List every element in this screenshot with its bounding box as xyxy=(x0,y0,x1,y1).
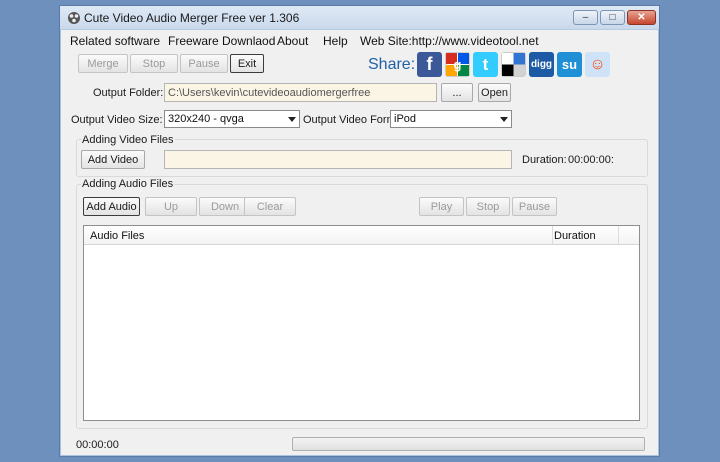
exit-button[interactable]: Exit xyxy=(230,54,264,73)
merge-progress-bar xyxy=(292,437,645,451)
video-group-title: Adding Video Files xyxy=(81,134,175,146)
chevron-down-icon xyxy=(288,117,296,122)
output-size-label: Output Video Size: xyxy=(71,114,163,126)
menu-freeware-download[interactable]: Freeware Downlaod xyxy=(168,34,275,48)
minimize-icon: – xyxy=(582,12,589,23)
facebook-icon[interactable]: f xyxy=(417,52,442,77)
output-size-value: 320x240 - qvga xyxy=(168,113,244,125)
audio-file-list[interactable]: Audio Files Duration xyxy=(83,225,640,421)
app-window: Cute Video Audio Merger Free ver 1.306 –… xyxy=(59,5,660,457)
digg-icon[interactable]: digg xyxy=(529,52,554,77)
delicious-icon[interactable] xyxy=(501,52,526,77)
app-logo-icon xyxy=(68,12,80,24)
twitter-glyph: t xyxy=(482,54,489,74)
status-time: 00:00:00 xyxy=(76,439,119,451)
twitter-icon[interactable]: t xyxy=(473,52,498,77)
close-button[interactable]: ✕ xyxy=(627,10,656,25)
video-duration-value: 00:00:00: xyxy=(568,154,614,166)
chevron-down-icon xyxy=(500,117,508,122)
facebook-glyph: f xyxy=(426,54,433,74)
duration-column[interactable]: Duration xyxy=(554,230,596,242)
stumbleupon-icon[interactable]: su xyxy=(557,52,582,77)
stop-button[interactable]: Stop xyxy=(130,54,178,73)
video-duration-label: Duration: xyxy=(522,154,567,166)
output-format-value: iPod xyxy=(394,113,417,125)
google-glyph: g xyxy=(454,57,462,72)
digg-label: digg xyxy=(530,59,553,70)
menu-help[interactable]: Help xyxy=(323,34,348,48)
column-divider xyxy=(618,226,619,245)
output-size-select[interactable]: 320x240 - qvga xyxy=(164,110,300,128)
menu-website[interactable]: Web Site:http://www.videotool.net xyxy=(360,34,539,48)
window-title: Cute Video Audio Merger Free ver 1.306 xyxy=(84,11,300,25)
add-video-button[interactable]: Add Video xyxy=(81,150,145,169)
title-bar: Cute Video Audio Merger Free ver 1.306 –… xyxy=(60,6,659,30)
play-button[interactable]: Play xyxy=(419,197,464,216)
column-divider xyxy=(552,226,553,245)
menu-bar: Related software Freeware Downlaod About… xyxy=(60,30,659,51)
audio-files-column[interactable]: Audio Files xyxy=(90,230,144,242)
output-folder-input[interactable]: C:\Users\kevin\cutevideoaudiomergerfree xyxy=(164,83,437,102)
maximize-button[interactable]: □ xyxy=(600,10,625,25)
merge-button[interactable]: Merge xyxy=(78,54,128,73)
delicious-logo xyxy=(502,53,525,76)
audio-stop-button[interactable]: Stop xyxy=(466,197,510,216)
close-icon: ✕ xyxy=(637,12,646,23)
share-label: Share: xyxy=(368,56,416,73)
audio-group-title: Adding Audio Files xyxy=(81,178,175,190)
video-file-input[interactable] xyxy=(164,150,512,169)
audio-pause-button[interactable]: Pause xyxy=(512,197,557,216)
pause-button[interactable]: Pause xyxy=(180,54,228,73)
clear-button[interactable]: Clear xyxy=(244,197,296,216)
menu-about[interactable]: About xyxy=(277,34,308,48)
google-icon[interactable]: g xyxy=(445,52,470,77)
audio-list-header: Audio Files Duration xyxy=(84,226,639,245)
up-button[interactable]: Up xyxy=(145,197,197,216)
google-logo: g xyxy=(446,53,469,76)
output-folder-label: Output Folder: xyxy=(93,87,164,99)
minimize-button[interactable]: – xyxy=(573,10,598,25)
menu-related-software[interactable]: Related software xyxy=(70,34,160,48)
maximize-icon: □ xyxy=(609,12,616,23)
open-button[interactable]: Open xyxy=(478,83,511,102)
reddit-icon[interactable]: ☺ xyxy=(585,52,610,77)
reddit-glyph: ☺ xyxy=(589,55,606,73)
stumbleupon-glyph: su xyxy=(561,57,578,72)
add-audio-button[interactable]: Add Audio xyxy=(83,197,140,216)
browse-button[interactable]: ... xyxy=(441,83,473,102)
output-format-select[interactable]: iPod xyxy=(390,110,512,128)
